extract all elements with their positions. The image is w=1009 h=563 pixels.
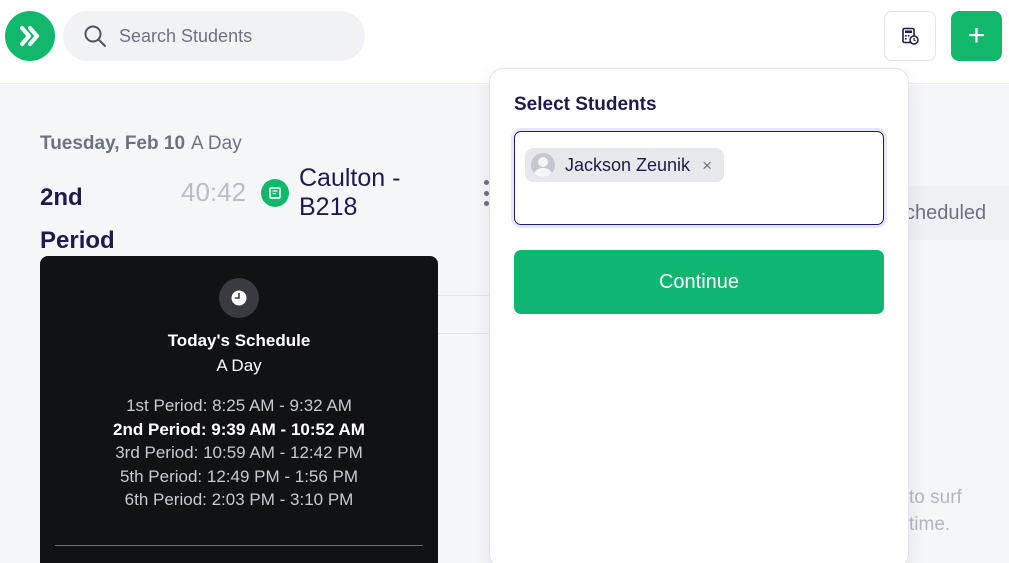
schedule-item: 3rd Period: 10:59 AM - 12:42 PM (115, 443, 363, 462)
divider (55, 545, 423, 546)
student-chip: Jackson Zeunik × (525, 148, 724, 182)
day-type-label: A Day (191, 133, 242, 154)
student-chip-name: Jackson Zeunik (565, 154, 691, 175)
schedule-list: 1st Period: 8:25 AM - 9:32 AM 2nd Period… (40, 394, 438, 512)
divider (438, 333, 490, 334)
calculator-button[interactable] (884, 11, 936, 61)
room-icon (261, 179, 289, 207)
hint-line: to surf (909, 487, 962, 508)
app-logo[interactable] (5, 11, 55, 61)
close-icon[interactable]: × (702, 157, 712, 174)
date-label: Tuesday, Feb 10 (40, 133, 186, 154)
avatar-icon (531, 153, 555, 177)
period-title: 2nd Period (40, 184, 115, 254)
select-students-popover: Select Students Jackson Zeunik × Continu… (489, 68, 909, 563)
schedule-tooltip: Today's Schedule A Day 1st Period: 8:25 … (40, 256, 438, 563)
schedule-item-current: 2nd Period: 9:39 AM - 10:52 AM (113, 419, 365, 439)
empty-state-hint: to surf time. (909, 484, 1009, 538)
add-button[interactable]: + (951, 11, 1002, 61)
plus-icon: + (967, 19, 986, 52)
popover-title: Select Students (514, 94, 657, 115)
search-icon (84, 25, 106, 47)
schedule-item: 5th Period: 12:49 PM - 1:56 PM (119, 466, 359, 486)
schedule-item: 6th Period: 2:03 PM - 3:10 PM (124, 490, 354, 509)
schedule-item: 1st Period: 8:25 AM - 9:32 AM (126, 396, 352, 415)
date-line: Tuesday, Feb 10 A Day (40, 133, 242, 155)
schedule-day-type: A Day (216, 356, 262, 375)
continue-button[interactable]: Continue (514, 250, 884, 314)
student-multiselect[interactable]: Jackson Zeunik × (514, 131, 884, 225)
search-bar[interactable] (63, 11, 365, 61)
period-timer: 40:42 (181, 177, 247, 207)
schedule-title: Today's Schedule (167, 331, 311, 350)
calculator-clock-icon (902, 27, 919, 45)
search-input[interactable] (119, 23, 349, 49)
tab-scheduled[interactable]: cheduled (903, 186, 1009, 240)
divider (438, 295, 490, 296)
clock-icon (219, 278, 259, 318)
hint-line: time. (909, 514, 951, 535)
double-chevron-right-icon (20, 26, 39, 46)
room-label: Caulton - B218 (299, 164, 401, 221)
